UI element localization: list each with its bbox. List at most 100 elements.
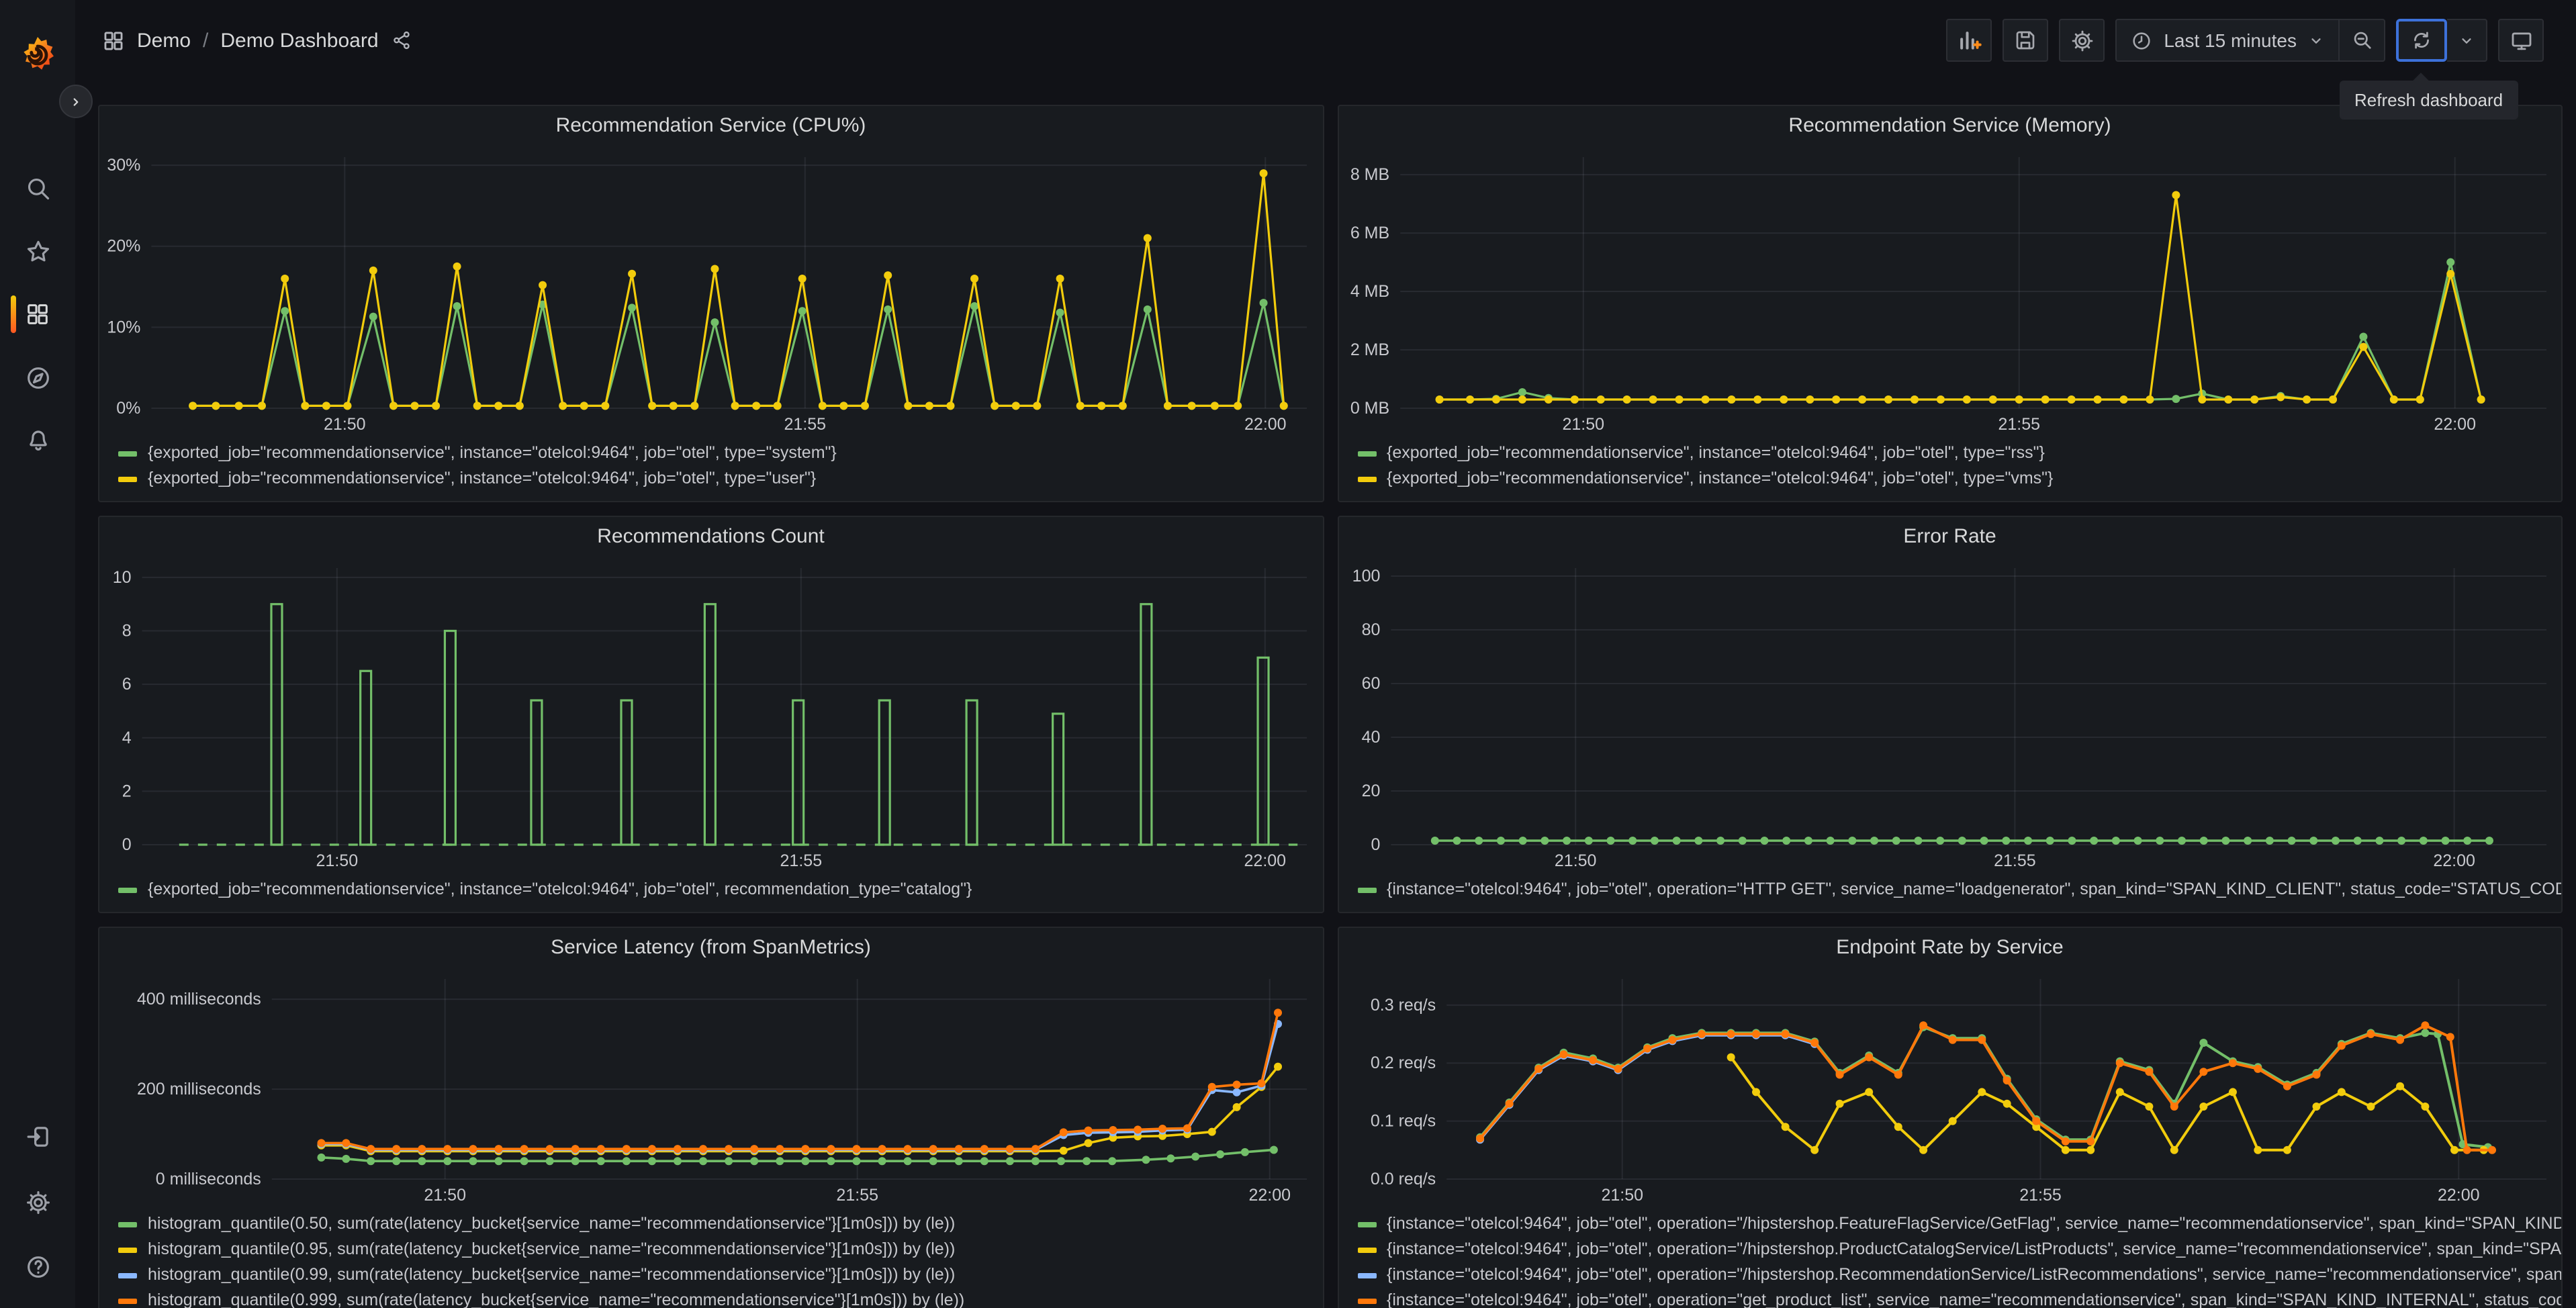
legend-item[interactable]: histogram_quantile(0.99, sum(rate(latenc… [118, 1262, 1312, 1288]
save-dashboard-button[interactable] [2003, 19, 2049, 62]
svg-text:20%: 20% [107, 237, 140, 256]
panel-error-rate: Error Rate 0 20 40 60 80 100 21:50 21:55 22:00 {… [1337, 516, 2563, 913]
sidebar-item-help[interactable] [0, 1240, 75, 1293]
legend-item[interactable]: {instance="otelcol:9464", job="otel", op… [1357, 1262, 2561, 1288]
sidebar-item-starred[interactable] [0, 224, 75, 278]
timeseries-chart[interactable]: 0 2 4 6 8 10 21:50 21:55 22:00 [99, 557, 1323, 874]
legend-item[interactable]: {exported_job="recommendationservice", i… [118, 440, 1312, 466]
panel-recommendations-count: Recommendations Count 0 2 4 6 8 10 21:50 21:55 2… [98, 516, 1324, 913]
panel-title[interactable]: Recommendations Count [99, 517, 1322, 557]
sidebar-item-search[interactable] [0, 161, 75, 215]
svg-text:6: 6 [122, 675, 132, 694]
svg-text:21:50: 21:50 [1554, 851, 1596, 870]
legend-item[interactable]: {exported_job="recommendationservice", i… [1357, 440, 2550, 466]
panel-title[interactable]: Service Latency (from SpanMetrics) [99, 928, 1322, 968]
timeseries-chart[interactable]: 0 20 40 60 80 100 21:50 21:55 22:00 [1338, 557, 2562, 874]
sidebar-item-dashboards[interactable] [0, 287, 75, 341]
svg-text:22:00: 22:00 [2433, 415, 2475, 434]
svg-text:30%: 30% [107, 156, 140, 175]
svg-text:0 MB: 0 MB [1350, 399, 1389, 418]
legend-item[interactable]: histogram_quantile(0.95, sum(rate(latenc… [118, 1237, 1312, 1262]
dashboard-settings-button[interactable] [2059, 19, 2105, 62]
chart-area[interactable]: 0% 10% 20% 30% 21:50 21:55 22:00 [99, 146, 1322, 438]
breadcrumb-separator: / [203, 29, 209, 52]
panel-legend: {instance="otelcol:9464", job="otel", op… [1338, 874, 2561, 912]
kiosk-mode-button[interactable] [2498, 19, 2544, 62]
grafana-logo[interactable] [17, 35, 58, 75]
legend-swatch [1357, 451, 1376, 456]
legend-item[interactable]: histogram_quantile(0.999, sum(rate(laten… [118, 1288, 1312, 1308]
legend-item[interactable]: {exported_job="recommendationservice", i… [118, 877, 1312, 902]
svg-text:0: 0 [1370, 835, 1379, 854]
legend-label: histogram_quantile(0.95, sum(rate(latenc… [148, 1240, 956, 1258]
chevron-right-icon [73, 97, 79, 105]
legend-swatch [1357, 1221, 1376, 1227]
timeseries-chart[interactable]: 0 milliseconds 200 milliseconds 400 millis… [99, 968, 1323, 1209]
compass-icon [27, 367, 48, 388]
svg-text:2 MB: 2 MB [1350, 340, 1389, 359]
grafana-dashboard: Demo / Demo Dashboard Last 15 minutes Re… [0, 0, 2576, 1308]
legend-item[interactable]: histogram_quantile(0.50, sum(rate(latenc… [118, 1211, 1312, 1237]
chart-area[interactable]: 0 2 4 6 8 10 21:50 21:55 22:00 [99, 557, 1322, 874]
panel-cpu: Recommendation Service (CPU%) 0% 10% 20% 30… [98, 105, 1324, 502]
chart-area[interactable]: 0 20 40 60 80 100 21:50 21:55 22:00 [1338, 557, 2561, 874]
refresh-dashboard-button[interactable] [2396, 19, 2447, 62]
panel-title[interactable]: Error Rate [1338, 517, 2561, 557]
breadcrumb-section[interactable]: Demo [137, 29, 191, 52]
help-icon [27, 1256, 48, 1277]
legend-swatch [1357, 1272, 1376, 1278]
legend-swatch [1357, 476, 1376, 481]
svg-text:0%: 0% [116, 399, 140, 418]
add-panel-button[interactable] [1946, 19, 1992, 62]
refresh-interval-dropdown[interactable] [2447, 19, 2487, 62]
share-icon[interactable] [391, 30, 412, 51]
legend-label: {exported_job="recommendationservice", i… [148, 880, 972, 898]
dashboards-grid-icon [28, 304, 48, 324]
svg-text:400 milliseconds: 400 milliseconds [137, 990, 261, 1009]
svg-text:0.1 req/s: 0.1 req/s [1370, 1112, 1435, 1131]
legend-item[interactable]: {instance="otelcol:9464", job="otel", op… [1357, 1237, 2561, 1262]
sidebar-item-sign-in[interactable] [0, 1109, 75, 1163]
sidebar-expand-button[interactable] [59, 85, 93, 118]
svg-text:21:55: 21:55 [836, 1186, 878, 1205]
gear-icon [2071, 30, 2092, 51]
svg-text:40: 40 [1361, 728, 1380, 747]
svg-text:60: 60 [1361, 674, 1380, 693]
chart-area[interactable]: 0.0 req/s 0.1 req/s 0.2 req/s 0.3 req/s 21:5… [1338, 968, 2561, 1209]
svg-text:2: 2 [122, 782, 132, 800]
panel-title[interactable]: Endpoint Rate by Service [1338, 928, 2561, 968]
sidebar-item-alerting[interactable] [0, 414, 75, 467]
svg-text:10%: 10% [107, 318, 140, 336]
timeseries-chart[interactable]: 0% 10% 20% 30% 21:50 21:55 22:00 [99, 146, 1323, 438]
time-range-label: Last 15 minutes [2164, 30, 2297, 51]
legend-item[interactable]: {instance="otelcol:9464", job="otel", op… [1357, 1288, 2561, 1308]
zoom-out-icon [2353, 32, 2371, 49]
svg-text:10: 10 [113, 568, 132, 587]
svg-text:21:50: 21:50 [1600, 1186, 1643, 1205]
legend-item[interactable]: {exported_job="recommendationservice", i… [1357, 466, 2550, 492]
sidebar-item-settings[interactable] [0, 1175, 75, 1229]
chart-area[interactable]: 0 MB 2 MB 4 MB 6 MB 8 MB 21:50 21:55 22:00 [1338, 146, 2561, 438]
time-range-picker[interactable]: Last 15 minutes [2117, 20, 2338, 60]
time-zoom-out-button[interactable] [2338, 20, 2384, 60]
sign-in-icon [26, 1126, 48, 1146]
refresh-icon [2414, 32, 2429, 49]
legend-label: {exported_job="recommendationservice", i… [148, 443, 837, 462]
time-range-controls: Last 15 minutes [2115, 19, 2385, 62]
legend-item[interactable]: {instance="otelcol:9464", job="otel", op… [1357, 1211, 2561, 1237]
legend-swatch [118, 451, 137, 456]
panel-title[interactable]: Recommendation Service (CPU%) [99, 106, 1322, 146]
active-indicator [11, 295, 16, 333]
legend-label: histogram_quantile(0.999, sum(rate(laten… [148, 1291, 965, 1308]
timeseries-chart[interactable]: 0 MB 2 MB 4 MB 6 MB 8 MB 21:50 21:55 22:00 [1338, 146, 2562, 438]
chart-area[interactable]: 0 milliseconds 200 milliseconds 400 millis… [99, 968, 1322, 1209]
panel-legend: {exported_job="recommendationservice", i… [99, 874, 1322, 912]
panel-service-latency: Service Latency (from SpanMetrics) 0 mil… [98, 927, 1324, 1308]
timeseries-chart[interactable]: 0.0 req/s 0.1 req/s 0.2 req/s 0.3 req/s 21:5… [1338, 968, 2562, 1209]
sidebar-item-explore[interactable] [0, 351, 75, 404]
svg-text:21:50: 21:50 [316, 851, 359, 870]
legend-item[interactable]: {instance="otelcol:9464", job="otel", op… [1357, 877, 2561, 902]
legend-item[interactable]: {exported_job="recommendationservice", i… [118, 466, 1312, 492]
legend-label: {exported_job="recommendationservice", i… [1387, 469, 2054, 487]
svg-text:22:00: 22:00 [2437, 1186, 2479, 1205]
